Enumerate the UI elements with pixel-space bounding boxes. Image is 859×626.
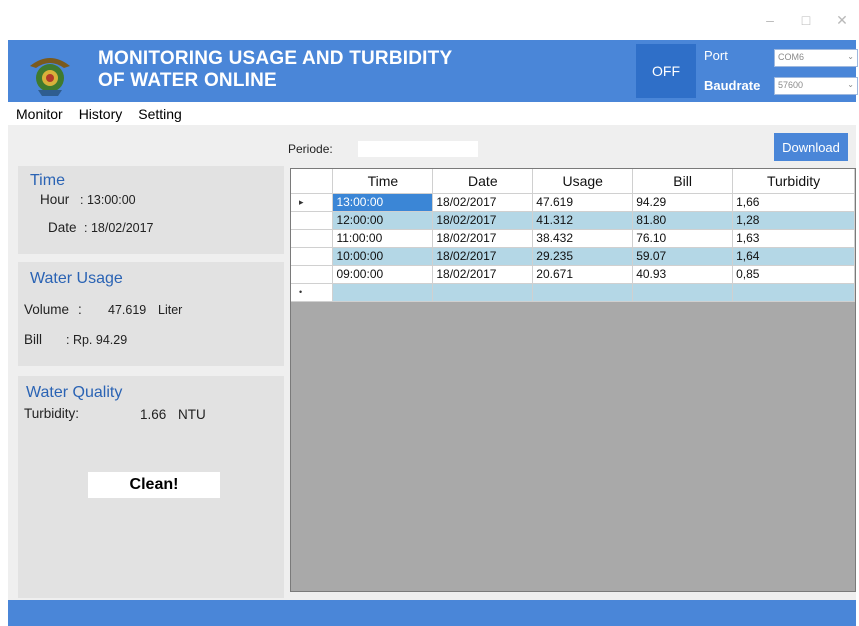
row-header (291, 265, 334, 284)
turbidity-unit: NTU (178, 407, 206, 422)
table-cell-bill[interactable]: 94.29 (632, 193, 734, 212)
turbidity-label: Turbidity: (24, 406, 80, 421)
table-cell-usage[interactable]: 38.432 (532, 229, 634, 248)
port-label: Port (704, 48, 728, 63)
bill-label: Bill (24, 332, 43, 347)
table-cell-empty[interactable] (632, 283, 734, 302)
table-cell-bill[interactable]: 40.93 (632, 265, 734, 284)
maximize-button[interactable]: □ (797, 12, 815, 29)
table-row[interactable]: 12:00:00 18/02/2017 41.312 81.80 1,28 (291, 211, 855, 230)
table-row[interactable]: 09:00:00 18/02/2017 20.671 40.93 0,85 (291, 265, 855, 284)
status-bar (8, 600, 856, 626)
current-row-marker-icon: ▸ (291, 193, 334, 212)
baudrate-select-value: 57600 (778, 80, 804, 90)
download-button[interactable]: Download (774, 133, 848, 161)
table-header-row: Time Date Usage Bill Turbidity (291, 169, 855, 194)
time-panel: Time Hour : 13:00:00 Date : 18/02/2017 (18, 166, 284, 254)
chevron-down-icon: ⌄ (847, 80, 854, 89)
hour-value: : 13:00:00 (80, 193, 136, 207)
column-header-date[interactable]: Date (432, 169, 534, 194)
water-usage-panel: Water Usage Volume : 47.619 Liter Bill :… (18, 262, 284, 366)
volume-unit: Liter (158, 303, 183, 317)
table-cell-bill[interactable]: 59.07 (632, 247, 734, 266)
new-row[interactable]: • (291, 283, 855, 302)
tab-bar: Monitor History Setting (8, 104, 190, 126)
table-cell-usage[interactable]: 20.671 (532, 265, 634, 284)
table-cell-time[interactable]: 09:00:00 (332, 265, 434, 284)
table-cell-turbidity[interactable]: 1,66 (732, 193, 855, 212)
column-header-bill[interactable]: Bill (632, 169, 734, 194)
table-cell-bill[interactable]: 81.80 (632, 211, 734, 230)
table-cell-usage[interactable]: 29.235 (532, 247, 634, 266)
baudrate-select[interactable]: 57600 ⌄ (774, 77, 858, 95)
table-cell-turbidity[interactable]: 1,28 (732, 211, 855, 230)
column-header-turbidity[interactable]: Turbidity (732, 169, 855, 194)
periode-input[interactable] (358, 141, 478, 157)
table-row[interactable]: 11:00:00 18/02/2017 38.432 76.10 1,63 (291, 229, 855, 248)
date-label: Date (48, 220, 77, 235)
university-logo-icon (30, 58, 70, 96)
new-row-marker-icon: • (291, 283, 334, 302)
history-data-grid[interactable]: Time Date Usage Bill Turbidity ▸ 13:00:0… (290, 168, 856, 592)
table-cell-turbidity[interactable]: 1,64 (732, 247, 855, 266)
tab-monitor[interactable]: Monitor (8, 104, 71, 126)
periode-label: Periode: (288, 142, 333, 156)
volume-value: 47.619 (108, 303, 147, 317)
tab-setting[interactable]: Setting (130, 104, 190, 126)
table-cell-time[interactable]: 10:00:00 (332, 247, 434, 266)
time-panel-title: Time (30, 172, 65, 189)
date-value: : 18/02/2017 (84, 221, 154, 235)
row-header (291, 211, 334, 230)
bill-value: : Rp. 94.29 (66, 333, 128, 347)
chevron-down-icon: ⌄ (847, 52, 854, 61)
hour-label: Hour (40, 192, 70, 207)
app-header: MONITORING USAGE AND TURBIDITY OF WATER … (8, 40, 858, 102)
table-cell-usage[interactable]: 47.619 (532, 193, 634, 212)
turbidity-value: 1.66 (140, 407, 167, 422)
water-quality-title: Water Quality (26, 384, 123, 401)
table-row[interactable]: 10:00:00 18/02/2017 29.235 59.07 1,64 (291, 247, 855, 266)
row-header-corner (291, 169, 334, 194)
table-cell-turbidity[interactable]: 0,85 (732, 265, 855, 284)
app-title-line2: OF WATER ONLINE (98, 70, 277, 91)
table-cell-empty[interactable] (432, 283, 534, 302)
table-cell-date[interactable]: 18/02/2017 (432, 211, 534, 230)
water-status-badge: Clean! (88, 472, 220, 498)
column-header-time[interactable]: Time (332, 169, 434, 194)
row-header (291, 229, 334, 248)
title-bar: – □ ✕ (0, 0, 859, 40)
table-row[interactable]: ▸ 13:00:00 18/02/2017 47.619 94.29 1,66 (291, 193, 855, 212)
port-select-value: COM6 (778, 52, 805, 62)
table-cell-empty[interactable] (332, 283, 434, 302)
port-select[interactable]: COM6 ⌄ (774, 49, 858, 67)
table-cell-turbidity[interactable]: 1,63 (732, 229, 855, 248)
baudrate-label: Baudrate (704, 78, 761, 93)
data-table: Time Date Usage Bill Turbidity ▸ 13:00:0… (291, 169, 855, 302)
table-cell-empty[interactable] (732, 283, 855, 302)
minimize-button[interactable]: – (761, 12, 779, 29)
connection-toggle-button[interactable]: OFF (636, 44, 696, 98)
table-cell-date[interactable]: 18/02/2017 (432, 265, 534, 284)
tab-strip-background (250, 104, 856, 126)
row-header (291, 247, 334, 266)
table-cell-usage[interactable]: 41.312 (532, 211, 634, 230)
column-header-usage[interactable]: Usage (532, 169, 634, 194)
table-cell-bill[interactable]: 76.10 (632, 229, 734, 248)
app-title: MONITORING USAGE AND TURBIDITY OF WATER … (98, 48, 452, 92)
app-title-line1: MONITORING USAGE AND TURBIDITY (98, 48, 453, 69)
table-cell-date[interactable]: 18/02/2017 (432, 247, 534, 266)
table-cell-date[interactable]: 18/02/2017 (432, 193, 534, 212)
close-button[interactable]: ✕ (833, 12, 851, 29)
window-controls: – □ ✕ (761, 12, 851, 29)
tab-history[interactable]: History (71, 104, 131, 126)
table-cell-time[interactable]: 12:00:00 (332, 211, 434, 230)
volume-label: Volume (24, 302, 70, 317)
table-cell-time[interactable]: 13:00:00 (332, 193, 434, 212)
table-cell-date[interactable]: 18/02/2017 (432, 229, 534, 248)
volume-separator: : (78, 302, 82, 317)
table-cell-time[interactable]: 11:00:00 (332, 229, 434, 248)
table-cell-empty[interactable] (532, 283, 634, 302)
water-usage-title: Water Usage (30, 270, 123, 287)
